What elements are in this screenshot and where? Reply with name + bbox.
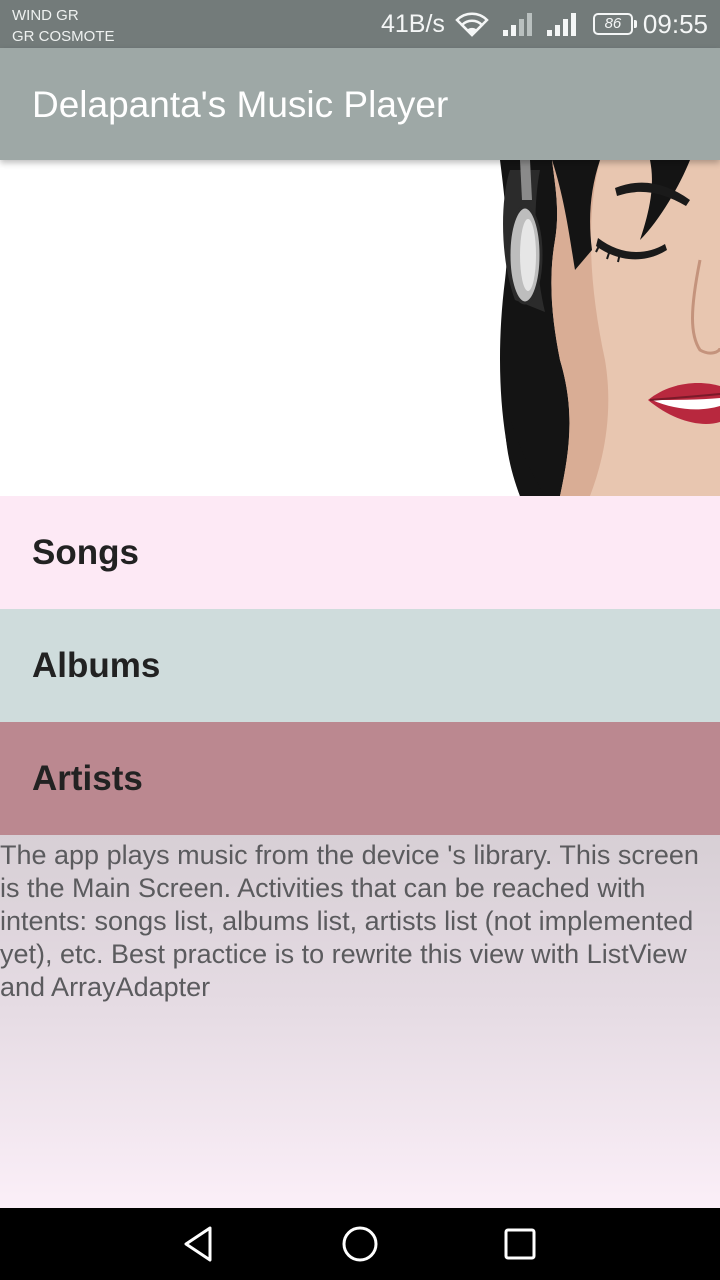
battery-level: 86 <box>604 15 622 32</box>
home-button[interactable] <box>338 1222 382 1266</box>
nav-bar <box>0 1208 720 1280</box>
artists-row[interactable]: Artists <box>0 722 720 835</box>
back-icon <box>184 1226 212 1262</box>
clock: 09:55 <box>642 8 708 39</box>
net-speed: 41B/s <box>380 9 445 38</box>
artists-label: Artists <box>32 759 143 798</box>
app-bar: Delapanta's Music Player <box>0 48 720 160</box>
carrier-info: WIND GR GR COSMOTE <box>12 5 115 47</box>
wifi-icon <box>455 12 489 37</box>
banner-image <box>0 160 720 496</box>
recents-icon <box>504 1228 536 1260</box>
signal-2-icon <box>546 13 576 36</box>
recents-button[interactable] <box>498 1222 542 1266</box>
carrier-1: WIND GR <box>12 7 79 24</box>
status-bar: WIND GR GR COSMOTE 41B/s 86 09:55 <box>0 0 720 48</box>
albums-row[interactable]: Albums <box>0 609 720 722</box>
songs-row[interactable]: Songs <box>0 496 720 609</box>
description-text: The app plays music from the device 's l… <box>0 840 699 1002</box>
description-area: The app plays music from the device 's l… <box>0 835 720 1208</box>
carrier-2: GR COSMOTE <box>12 28 115 45</box>
status-indicators: 41B/s 86 09:55 <box>381 0 708 48</box>
back-button[interactable] <box>178 1222 222 1266</box>
songs-label: Songs <box>32 533 139 572</box>
albums-label: Albums <box>32 646 161 685</box>
battery-icon: 86 <box>592 13 637 35</box>
home-icon <box>342 1226 378 1262</box>
woman-with-headphones-illustration <box>500 160 720 496</box>
signal-1-icon <box>502 13 532 36</box>
app-title: Delapanta's Music Player <box>32 84 449 125</box>
